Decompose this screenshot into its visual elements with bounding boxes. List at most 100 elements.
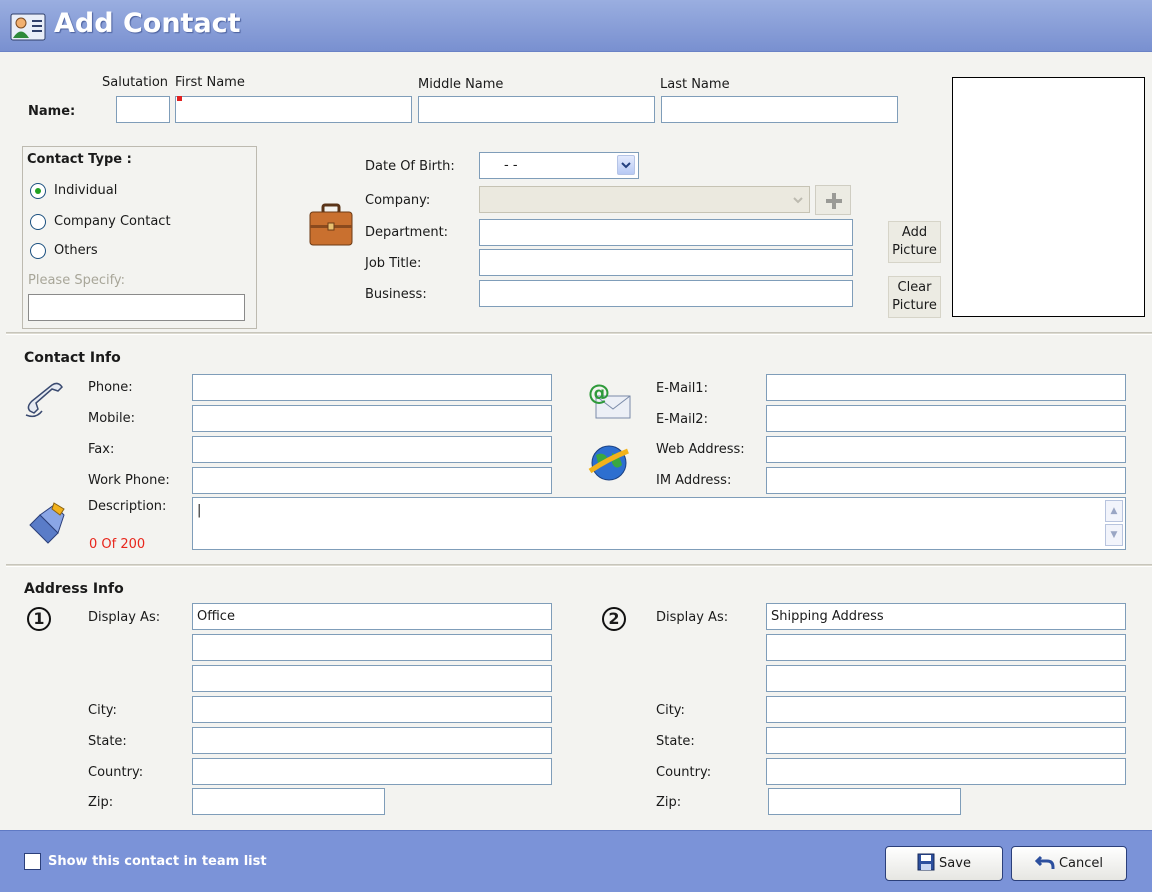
address-2-city-label: City: <box>656 703 685 718</box>
briefcase-icon <box>308 203 354 247</box>
radio-others[interactable] <box>30 243 46 259</box>
radio-company-contact[interactable] <box>30 214 46 230</box>
address-1-state-label: State: <box>88 734 127 749</box>
email1-label: E-Mail1: <box>656 381 708 396</box>
job-title-label: Job Title: <box>365 256 422 271</box>
work-phone-input[interactable] <box>192 467 552 494</box>
title-bar: Add Contact <box>0 0 1152 52</box>
company-chevron-icon <box>789 190 807 210</box>
address-2-state-label: State: <box>656 734 695 749</box>
dob-value: - - <box>504 158 518 173</box>
separator-top <box>6 332 1152 335</box>
scroll-up-icon[interactable]: ▲ <box>1105 500 1123 522</box>
required-marker-icon <box>177 96 182 101</box>
radio-individual-label[interactable]: Individual <box>54 183 117 199</box>
address-2-number: 2 <box>602 607 626 631</box>
radio-others-label[interactable]: Others <box>54 243 98 259</box>
im-address-input[interactable] <box>766 467 1126 494</box>
email2-input[interactable] <box>766 405 1126 432</box>
dob-dropdown[interactable]: - - <box>479 152 639 179</box>
clear-picture-label-1: Clear <box>897 280 932 295</box>
address-2-country-input[interactable] <box>766 758 1126 785</box>
address-1-country-label: Country: <box>88 765 144 780</box>
email1-input[interactable] <box>766 374 1126 401</box>
save-disk-icon <box>917 853 935 871</box>
im-address-label: IM Address: <box>656 473 732 488</box>
add-picture-label-1: Add <box>901 225 928 240</box>
address-2-zip-label: Zip: <box>656 795 682 810</box>
web-address-label: Web Address: <box>656 442 745 457</box>
please-specify-label: Please Specify: <box>28 273 126 288</box>
char-count: 0 Of 200 <box>89 537 146 552</box>
address-1-city-input[interactable] <box>192 696 552 723</box>
contact-info-title: Contact Info <box>24 350 121 366</box>
save-button[interactable]: Save <box>885 846 1003 881</box>
address-2-city-input[interactable] <box>766 696 1126 723</box>
address-2-line2-input[interactable] <box>766 665 1126 692</box>
address-1-display-as-label: Display As: <box>88 610 161 625</box>
salutation-label: Salutation <box>102 75 169 90</box>
salutation-input[interactable] <box>116 96 170 123</box>
team-list-checkbox[interactable] <box>24 853 41 870</box>
phone-icon <box>22 381 66 421</box>
description-textarea[interactable]: | ▲ ▼ <box>192 497 1126 550</box>
window-title: Add Contact <box>54 8 241 39</box>
address-2-display-as-input[interactable]: Shipping Address <box>766 603 1126 630</box>
mobile-input[interactable] <box>192 405 552 432</box>
address-2-line1-input[interactable] <box>766 634 1126 661</box>
job-title-input[interactable] <box>479 249 853 276</box>
phone-input[interactable] <box>192 374 552 401</box>
contact-card-icon <box>10 13 46 41</box>
description-text: | <box>197 503 202 518</box>
radio-company-contact-label[interactable]: Company Contact <box>54 214 171 230</box>
address-1-zip-label: Zip: <box>88 795 114 810</box>
plus-icon <box>826 193 842 209</box>
globe-icon <box>586 441 632 485</box>
address-2-country-label: Country: <box>656 765 712 780</box>
fax-input[interactable] <box>192 436 552 463</box>
email-icon: @ <box>586 378 632 422</box>
email2-label: E-Mail2: <box>656 412 708 427</box>
team-list-label[interactable]: Show this contact in team list <box>48 854 267 870</box>
address-1-state-input[interactable] <box>192 727 552 754</box>
undo-icon <box>1034 855 1055 869</box>
add-picture-button[interactable]: Add Picture <box>888 221 941 263</box>
clear-picture-label-2: Picture <box>892 298 937 313</box>
first-name-input[interactable] <box>175 96 412 123</box>
add-company-button[interactable] <box>815 185 851 215</box>
company-dropdown[interactable] <box>479 186 810 213</box>
scroll-down-icon[interactable]: ▼ <box>1105 524 1123 546</box>
address-1-display-as-input[interactable]: Office <box>192 603 552 630</box>
please-specify-input[interactable] <box>28 294 245 321</box>
first-name-label: First Name <box>175 75 245 90</box>
address-info-title: Address Info <box>24 581 124 597</box>
middle-name-input[interactable] <box>418 96 655 123</box>
company-label: Company: <box>365 193 431 208</box>
clear-picture-button[interactable]: Clear Picture <box>888 276 941 318</box>
last-name-input[interactable] <box>661 96 898 123</box>
last-name-label: Last Name <box>660 77 730 92</box>
web-address-input[interactable] <box>766 436 1126 463</box>
department-input[interactable] <box>479 219 853 246</box>
chevron-down-icon[interactable] <box>617 155 635 175</box>
address-2-zip-input[interactable] <box>768 788 961 815</box>
radio-individual[interactable] <box>30 183 46 199</box>
address-1-line1-input[interactable] <box>192 634 552 661</box>
address-2-state-input[interactable] <box>766 727 1126 754</box>
description-scrollbar[interactable]: ▲ ▼ <box>1105 500 1123 547</box>
cancel-button[interactable]: Cancel <box>1011 846 1127 881</box>
name-label: Name: <box>28 104 76 119</box>
business-label: Business: <box>365 287 427 302</box>
address-1-city-label: City: <box>88 703 117 718</box>
business-input[interactable] <box>479 280 853 307</box>
dob-label: Date Of Birth: <box>365 159 455 174</box>
add-picture-label-2: Picture <box>892 243 937 258</box>
address-1-number: 1 <box>27 607 51 631</box>
address-1-country-input[interactable] <box>192 758 552 785</box>
mobile-label: Mobile: <box>88 411 136 426</box>
fax-label: Fax: <box>88 442 115 457</box>
address-1-line2-input[interactable] <box>192 665 552 692</box>
address-1-zip-input[interactable] <box>192 788 385 815</box>
middle-name-label: Middle Name <box>418 77 504 92</box>
separator-middle <box>6 564 1152 567</box>
